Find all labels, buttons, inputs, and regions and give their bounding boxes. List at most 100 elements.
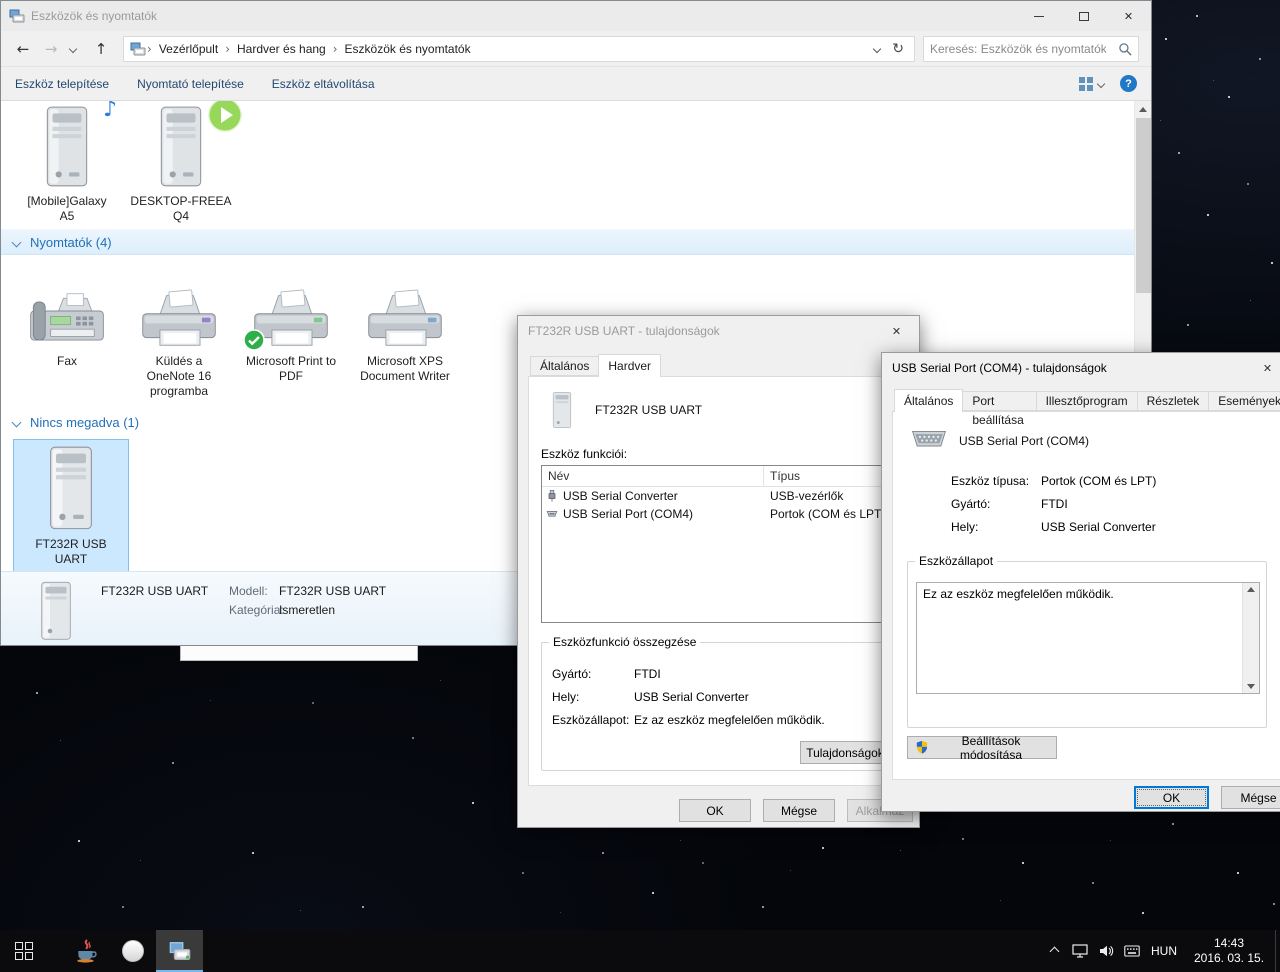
printer-item-onenote[interactable]: Küldés a OneNote 16 programba [125, 261, 233, 399]
taskbar-app-circle[interactable] [109, 930, 156, 972]
scroll-up-button[interactable] [1135, 101, 1151, 118]
forward-button[interactable]: → [37, 36, 65, 62]
taskbar-app-devices-printers[interactable] [156, 930, 203, 972]
printer-item-fax[interactable]: Fax [13, 261, 121, 369]
column-name[interactable]: Név [542, 466, 764, 486]
address-bar[interactable]: › Vezérlőpult › Hardver és hang › Eszköz… [123, 35, 915, 62]
close-button[interactable]: ✕ [1106, 1, 1151, 31]
show-desktop-button[interactable] [1275, 930, 1280, 972]
manufacturer-label: Gyártó: [951, 497, 991, 511]
device-functions-label: Eszköz funkciói: [541, 447, 628, 461]
fax-machine-icon [30, 293, 104, 341]
tab-general[interactable]: Általános [894, 389, 964, 412]
details-model-label: Modell: [229, 584, 268, 598]
taskbar-clock[interactable]: 14:43 2016. 03. 15. [1183, 936, 1275, 966]
keyboard-icon[interactable] [1119, 930, 1145, 972]
remove-device-command[interactable]: Eszköz eltávolítása [272, 77, 375, 91]
dialog-titlebar[interactable]: USB Serial Port (COM4) - tulajdonságok ✕ [882, 353, 1280, 383]
tab-hardware[interactable]: Hardver [598, 354, 662, 377]
navigation-bar: ← → ↑ › Vezérlőpult › Hardver és hang › … [1, 31, 1151, 67]
triangle-down-icon[interactable] [1247, 684, 1255, 689]
section-header-printers[interactable]: Nyomtatók (4) [1, 229, 1134, 255]
breadcrumb-control-panel[interactable]: Vezérlőpult [153, 37, 224, 61]
scrollbar-thumb[interactable] [1136, 118, 1151, 293]
refresh-button[interactable]: ↻ [892, 41, 904, 57]
search-input[interactable] [924, 36, 1112, 61]
column-type[interactable]: Típus [764, 466, 806, 486]
maximize-button[interactable] [1061, 1, 1106, 31]
dialog-titlebar[interactable]: FT232R USB UART - tulajdonságok ✕ [518, 316, 919, 346]
breadcrumb-separator[interactable]: › [146, 42, 153, 56]
printer-label: Microsoft XPS Document Writer [360, 354, 450, 383]
search-icon[interactable] [1118, 42, 1133, 57]
device-status-textbox[interactable]: Ez az eszköz megfelelően működik. [916, 582, 1260, 694]
group-title: Eszközfunkció összegzése [553, 635, 697, 649]
breadcrumb-hardware-and-sound[interactable]: Hardver és hang [231, 37, 332, 61]
window-titlebar[interactable]: Eszközök és nyomtatók ✕ [1, 1, 1151, 31]
mobile-device-icon: ♪ [15, 101, 119, 191]
ok-button[interactable]: OK [1134, 786, 1209, 809]
language-indicator[interactable]: HUN [1145, 930, 1183, 972]
java-coffee-icon [76, 939, 97, 963]
device-tower-icon [46, 106, 88, 187]
tab-details[interactable]: Részletek [1136, 391, 1210, 411]
close-button[interactable]: ✕ [1245, 353, 1280, 383]
triangle-up-icon[interactable] [1247, 587, 1255, 592]
status-scrollbar[interactable] [1242, 583, 1259, 693]
printer-item-xps-writer[interactable]: Microsoft XPS Document Writer [349, 261, 461, 384]
change-settings-button[interactable]: Beállítások módosítása [907, 734, 1057, 762]
device-item-galaxy-a5[interactable]: ♪ [Mobile]Galaxy A5 [15, 101, 119, 224]
group-title: Eszközállapot [919, 554, 994, 568]
cancel-button[interactable]: Mégse [1221, 786, 1280, 809]
tab-general[interactable]: Általános [530, 356, 600, 376]
device-functions-list[interactable]: Név Típus USB Serial Converter USB-vezér… [541, 465, 899, 623]
minimize-button[interactable] [1016, 1, 1061, 31]
hardware-tab-page: FT232R USB UART Eszköz funkciói: Név Típ… [528, 376, 911, 786]
breadcrumb-separator[interactable]: › [224, 42, 231, 56]
close-button[interactable]: ✕ [874, 316, 919, 346]
add-printer-command[interactable]: Nyomtató telepítése [137, 77, 244, 91]
address-bar-controls: ↻ [873, 41, 908, 57]
back-button[interactable]: ← [9, 36, 37, 62]
fax-icon [13, 261, 121, 351]
device-status-text: Ez az eszköz megfelelően működik. [923, 587, 1114, 601]
white-circle-icon [121, 940, 144, 962]
cancel-button[interactable]: Mégse [763, 799, 835, 822]
hidden-icons-chevron[interactable] [1041, 930, 1067, 972]
row-type: Portok (COM és LPT) [770, 507, 886, 521]
taskbar: HUN 14:43 2016. 03. 15. [0, 930, 1280, 972]
ok-button[interactable]: OK [679, 799, 751, 822]
device-type-label: Eszköz típusa: [951, 474, 1030, 488]
help-button[interactable]: ? [1120, 75, 1137, 92]
tab-events[interactable]: Események [1208, 391, 1280, 411]
list-row-usb-serial-port[interactable]: USB Serial Port (COM4) Portok (COM és LP… [542, 505, 898, 523]
caption-buttons: ✕ [1016, 1, 1151, 31]
printer-item-print-to-pdf[interactable]: Microsoft Print to PDF [237, 261, 345, 384]
volume-icon[interactable] [1093, 930, 1119, 972]
address-dropdown-icon[interactable] [873, 44, 882, 53]
collapse-chevron-icon [11, 417, 22, 427]
change-view-button[interactable] [1079, 76, 1106, 91]
tab-driver[interactable]: Illesztőprogram [1035, 391, 1138, 411]
manufacturer-value: FTDI [634, 667, 661, 681]
monitor-icon[interactable] [1067, 930, 1093, 972]
add-device-command[interactable]: Eszköz telepítése [15, 77, 109, 91]
breadcrumb-separator[interactable]: › [332, 42, 339, 56]
device-item-ft232r-selected[interactable]: FT232R USB UART [13, 439, 129, 571]
device-item-desktop-freea[interactable]: DESKTOP-FREEA Q4 [129, 101, 244, 224]
usb-device-icon [14, 444, 128, 534]
minimize-icon [1033, 15, 1044, 17]
properties-button[interactable]: Tulajdonságok [800, 741, 890, 764]
taskbar-app-java[interactable] [62, 930, 109, 972]
tab-port-settings[interactable]: Port beállítása [962, 391, 1037, 427]
up-button[interactable]: ↑ [87, 36, 115, 62]
start-button[interactable] [0, 930, 48, 972]
recent-locations-dropdown[interactable] [65, 36, 81, 62]
device-type-value: Portok (COM és LPT) [1041, 474, 1157, 488]
triangle-up-icon [1139, 107, 1147, 112]
breadcrumb-devices-and-printers[interactable]: Eszközök és nyomtatók [339, 37, 477, 61]
device-label: FT232R USB UART [35, 537, 107, 566]
chevron-down-icon [68, 44, 78, 53]
device-label: DESKTOP-FREEA Q4 [130, 194, 232, 223]
list-row-usb-converter[interactable]: USB Serial Converter USB-vezérlők [542, 487, 898, 505]
